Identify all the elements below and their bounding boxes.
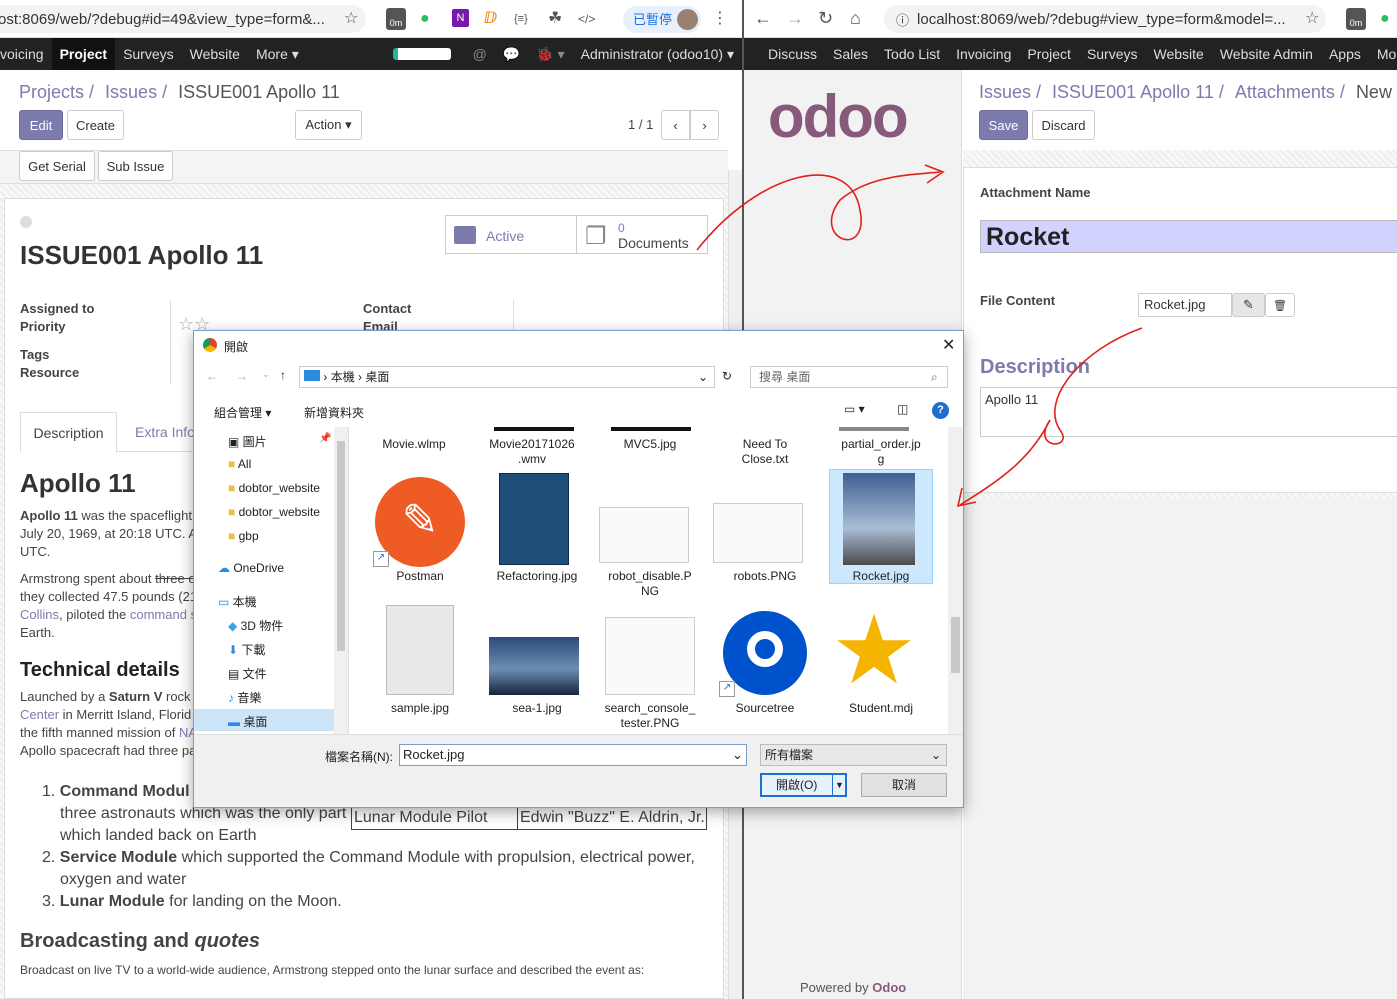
annotation-arrowhead-1 — [924, 164, 945, 184]
annotation-arrow-documents — [696, 171, 941, 251]
annotation-arrows — [696, 164, 1143, 508]
annotation-arrow-file — [959, 327, 1143, 506]
